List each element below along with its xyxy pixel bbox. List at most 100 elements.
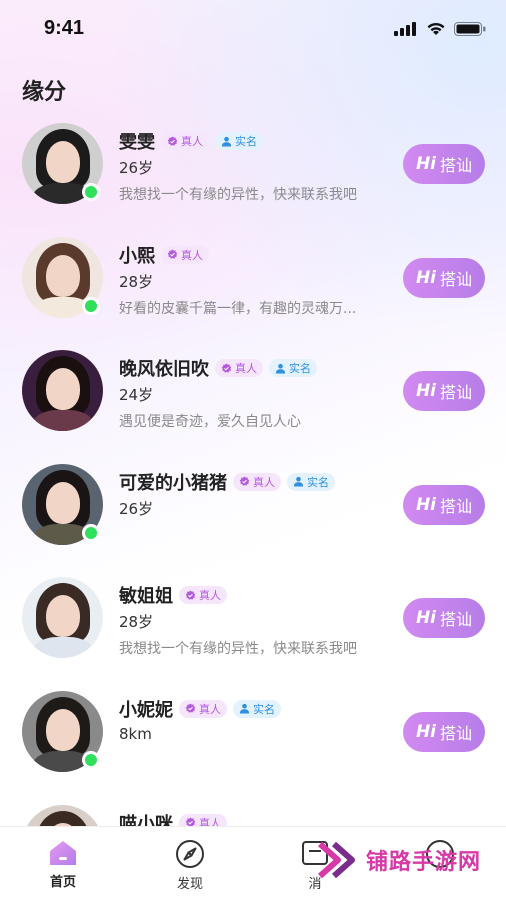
real-name-badge: 实名: [287, 472, 335, 491]
user-name: 可爱的小猪猪: [119, 472, 227, 494]
real-person-badge: 真人: [179, 586, 227, 605]
name-line: 雯雯 真人 实名: [119, 128, 263, 154]
hi-chat-button[interactable]: Hi搭讪: [403, 257, 485, 298]
list-item[interactable]: 小熙 真人 28岁 好看的皮囊千篇一律，有趣的灵魂万... Hi 搭讪: [0, 227, 506, 341]
real-person-badge: 真人: [161, 245, 209, 264]
real-person-label: 真人: [253, 475, 275, 489]
tab-discover-label: 发现: [176, 877, 203, 892]
page-title: 缘分: [22, 80, 67, 105]
real-name-badge: 实名: [233, 699, 281, 718]
avatar-face: [46, 141, 80, 183]
name-line: 可爱的小猪猪 真人 实名: [119, 469, 335, 495]
watermark-logo-icon: [318, 841, 355, 879]
battery-icon: [454, 22, 486, 36]
avatar[interactable]: [22, 350, 103, 432]
status-icons: [394, 22, 486, 36]
verified-badge-icon: [185, 703, 196, 714]
real-name-badge: 实名: [269, 359, 317, 378]
real-person-label: 真人: [181, 248, 203, 262]
avatar-body: [32, 637, 94, 659]
tab-discover[interactable]: 发现: [160, 839, 220, 892]
avatar-photo: [22, 577, 103, 659]
avatar-face: [46, 368, 80, 411]
cellular-signal-icon: [394, 22, 416, 36]
online-status-dot: [82, 750, 100, 769]
hi-label: Hi: [415, 494, 437, 515]
avatar[interactable]: [22, 690, 103, 772]
real-person-badge: 真人: [215, 359, 263, 378]
verified-badge-icon: [221, 363, 232, 373]
online-status-dot: [82, 183, 100, 201]
tab-home-label: 首页: [49, 875, 76, 890]
real-name-label: 实名: [289, 362, 311, 376]
user-name: 小熙: [119, 245, 155, 267]
avatar[interactable]: [22, 236, 103, 318]
online-status-dot: [82, 296, 100, 315]
user-list[interactable]: 雯雯 真人 实名 26岁 我想找一个有缘的异性，快来联系我吧 Hi 搭讪 小熙 真人 28岁 好看的…: [0, 113, 506, 900]
real-person-label: 真人: [199, 589, 221, 603]
avatar[interactable]: [22, 577, 103, 659]
name-line: 敏姐姐 真人: [119, 582, 227, 608]
list-item[interactable]: 雯雯 真人 实名 26岁 我想找一个有缘的异性，快来联系我吧 Hi 搭讪: [0, 113, 506, 227]
name-line: 晚风依旧吹 真人 实名: [119, 355, 317, 381]
list-item[interactable]: 晚风依旧吹 真人 实名 24岁 遇见便是奇迹，爱久自见人心 Hi 搭讪: [0, 340, 506, 454]
avatar[interactable]: [22, 123, 103, 204]
hi-chat-button[interactable]: Hi搭讪: [403, 371, 485, 412]
chat-label: 搭讪: [440, 269, 473, 289]
watermark: 铺路手游网: [316, 840, 481, 880]
hi-chat-button[interactable]: Hi搭讪: [403, 484, 485, 525]
hi-label: Hi: [415, 154, 437, 174]
avatar-face: [46, 595, 80, 638]
home-icon: [50, 841, 76, 865]
avatar-photo: [22, 350, 103, 432]
real-person-label: 真人: [235, 362, 257, 376]
real-person-badge: 真人: [179, 699, 227, 718]
hi-label: Hi: [415, 721, 437, 742]
list-item[interactable]: 小妮妮 真人 实名 8km Hi 搭讪: [0, 681, 506, 795]
name-line: 小妮妮 真人 实名: [119, 696, 281, 722]
user-name: 晚风依旧吹: [119, 359, 209, 381]
list-item[interactable]: 敏姐姐 真人 28岁 我想找一个有缘的异性，快来联系我吧 Hi 搭讪: [0, 567, 506, 681]
user-age: 28岁: [119, 272, 154, 291]
status-bar: 9:41: [0, 0, 506, 60]
status-time: 9:41: [44, 17, 85, 39]
real-person-label: 真人: [181, 135, 203, 148]
list-item[interactable]: 可爱的小猪猪 真人 实名 26岁 Hi 搭讪: [0, 454, 506, 568]
avatar[interactable]: [22, 463, 103, 545]
hi-label: Hi: [415, 267, 437, 288]
person-icon: [293, 477, 304, 487]
verified-badge-icon: [167, 249, 178, 259]
real-name-label: 实名: [253, 702, 275, 716]
name-line: 小熙 真人: [119, 242, 209, 268]
chat-label: 搭讪: [440, 156, 473, 175]
person-icon: [239, 704, 250, 715]
chat-label: 搭讪: [440, 496, 473, 516]
wifi-icon: [427, 22, 445, 35]
chat-label: 搭讪: [440, 723, 473, 743]
avatar-face: [46, 708, 80, 751]
user-age: 26岁: [119, 159, 154, 177]
real-person-badge: 真人: [233, 472, 281, 491]
watermark-text: 铺路手游网: [366, 850, 482, 875]
hi-chat-button[interactable]: Hi搭讪: [403, 598, 485, 639]
user-age: 26岁: [119, 499, 154, 518]
real-name-label: 实名: [235, 135, 257, 148]
hi-chat-button[interactable]: Hi搭讪: [403, 711, 485, 752]
user-age: 8km: [119, 724, 152, 743]
person-icon: [221, 136, 232, 147]
verified-badge-icon: [185, 590, 196, 600]
real-name-badge: 实名: [215, 132, 263, 150]
avatar-body: [32, 410, 94, 432]
tab-home[interactable]: 首页: [33, 839, 93, 890]
real-name-label: 实名: [307, 475, 329, 489]
user-bio: 遇见便是奇迹，爱久自见人心: [119, 414, 301, 431]
verified-badge-icon: [239, 476, 250, 486]
real-person-badge: 真人: [161, 132, 209, 150]
hi-chat-button[interactable]: Hi搭讪: [403, 144, 485, 184]
chat-label: 搭讪: [440, 383, 473, 403]
user-age: 28岁: [119, 613, 154, 632]
person-icon: [275, 363, 286, 374]
avatar-face: [46, 481, 80, 524]
verified-badge-icon: [167, 135, 178, 146]
user-name: 雯雯: [119, 132, 155, 153]
